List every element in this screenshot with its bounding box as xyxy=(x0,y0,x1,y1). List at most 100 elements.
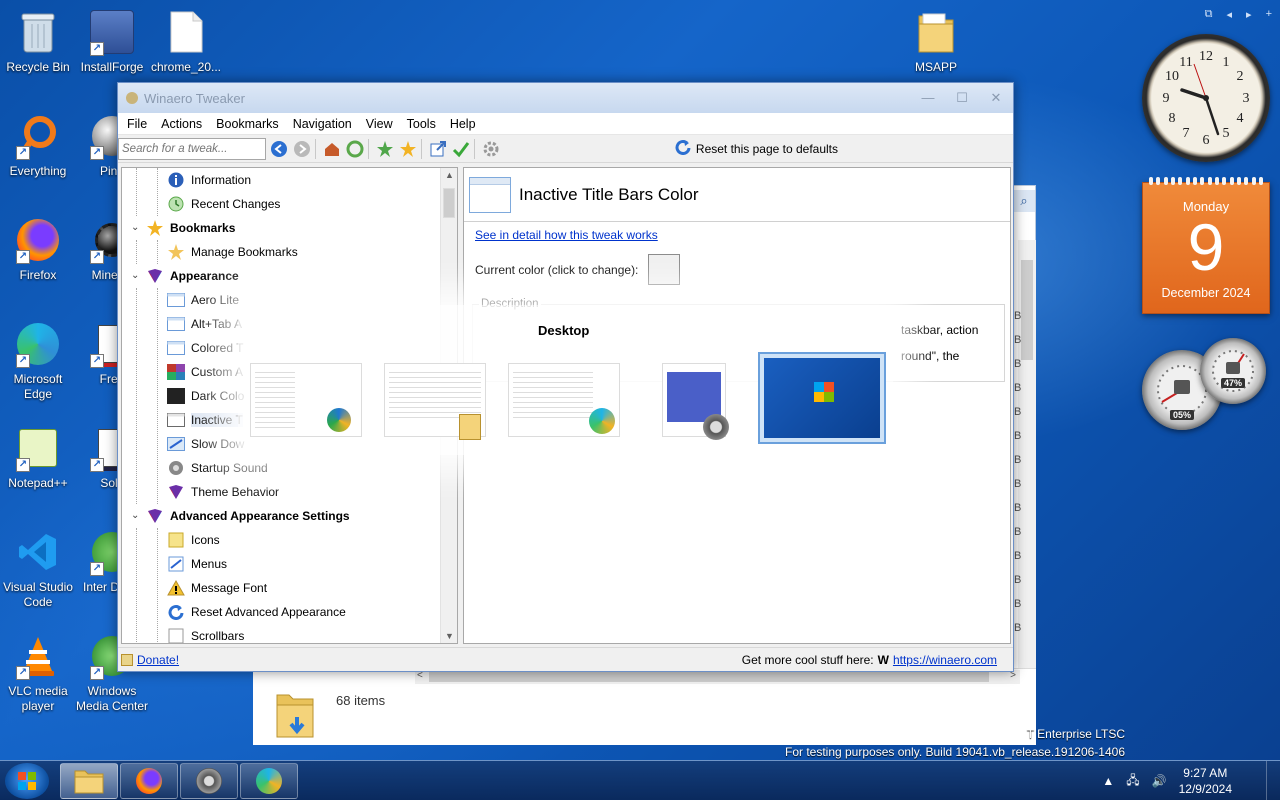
detail-link[interactable]: See in detail how this tweak works xyxy=(475,228,658,242)
desktop-icon-edge[interactable]: ↗ Microsoft Edge xyxy=(0,320,76,402)
bookmark-icon xyxy=(167,243,185,261)
scroll-up-icon[interactable]: ▲ xyxy=(441,170,457,180)
desktop-icon-notepadpp[interactable]: ↗ Notepad++ xyxy=(0,424,76,491)
tree-item-slow-down[interactable]: Slow Dow xyxy=(167,432,244,456)
refresh-icon[interactable] xyxy=(345,139,365,159)
menu-view[interactable]: View xyxy=(359,117,400,131)
tree-category-bookmarks[interactable]: Bookmarks xyxy=(146,216,235,240)
external-link-icon[interactable] xyxy=(428,139,448,159)
tree-item-menus[interactable]: Menus xyxy=(167,552,227,576)
winaero-url-link[interactable]: https://winaero.com xyxy=(893,653,997,667)
tree-item-dark-color[interactable]: Dark Colo xyxy=(167,384,244,408)
collapse-icon[interactable]: ⌄ xyxy=(131,222,139,233)
tree-item-information[interactable]: Information xyxy=(167,168,251,192)
desktop-icon-installforge[interactable]: ↗ InstallForge xyxy=(74,8,150,75)
add-bookmark-icon[interactable] xyxy=(375,139,395,159)
show-hidden-icons-icon[interactable]: ▲ xyxy=(1102,774,1114,788)
preview-thumbnail-explorer[interactable] xyxy=(384,363,486,440)
explorer-horizontal-scrollbar[interactable]: < > xyxy=(415,670,1020,684)
status-bar: Donate! Get more cool stuff here: W http… xyxy=(118,647,1013,671)
search-input[interactable] xyxy=(118,137,266,160)
home-icon[interactable] xyxy=(322,139,342,159)
menu-help[interactable]: Help xyxy=(443,117,483,131)
explorer-column-letter: B xyxy=(1014,430,1022,442)
desktop-icon-everything[interactable]: ↗ Everything xyxy=(0,112,76,179)
gadget-prev-icon[interactable]: ◂ xyxy=(1227,8,1233,21)
window-titlebar[interactable]: Winaero Tweaker — ☐ ✕ xyxy=(118,83,1013,113)
desktop-icon-label: Notepad++ xyxy=(8,476,68,490)
preview-thumbnail-winaero[interactable] xyxy=(250,363,362,437)
desktop-icon-recycle-bin[interactable]: Recycle Bin xyxy=(0,8,76,75)
desktop-icon-vscode[interactable]: Visual Studio Code xyxy=(0,528,76,610)
tree-item-alt-tab[interactable]: Alt+Tab A xyxy=(167,312,242,336)
collapse-icon[interactable]: ⌄ xyxy=(131,270,139,281)
tree-category-appearance[interactable]: Appearance xyxy=(146,264,239,288)
apply-check-icon[interactable] xyxy=(451,139,471,159)
desktop-icon-firefox[interactable]: ↗ Firefox xyxy=(0,216,76,283)
menu-file[interactable]: File xyxy=(120,117,154,131)
taskbar-edge[interactable] xyxy=(240,763,298,799)
tree-item-theme-behavior[interactable]: Theme Behavior xyxy=(167,480,279,504)
explorer-search-icon[interactable]: ⌕ xyxy=(1013,190,1035,212)
menu-tools[interactable]: Tools xyxy=(400,117,443,131)
tree-item-startup-sound[interactable]: Startup Sound xyxy=(167,456,268,480)
desktop-icon-msapp[interactable]: MSAPP xyxy=(898,8,974,75)
settings-gear-icon[interactable] xyxy=(481,139,501,159)
window-icon xyxy=(167,315,185,333)
items-count: 68 items xyxy=(336,693,386,708)
maximize-icon[interactable]: ☐ xyxy=(945,90,979,106)
tree-item-label: Slow Dow xyxy=(191,437,245,451)
preview-thumbnail-desktop[interactable] xyxy=(758,352,886,444)
menu-actions[interactable]: Actions xyxy=(154,117,209,131)
tree-item-manage-bookmarks[interactable]: Manage Bookmarks xyxy=(167,240,298,264)
windows-logo-icon xyxy=(18,772,36,790)
scroll-down-icon[interactable]: ▼ xyxy=(441,631,457,641)
calendar-gadget[interactable]: Monday 9 December 2024 xyxy=(1142,177,1270,314)
gadget-next-icon[interactable]: ▸ xyxy=(1246,8,1252,21)
collapse-icon[interactable]: ⌄ xyxy=(131,510,139,521)
preview-thumbnail-edge[interactable] xyxy=(508,363,620,437)
tree-item-aero-lite[interactable]: Aero Lite xyxy=(167,288,239,312)
tree-item-scrollbars[interactable]: Scrollbars xyxy=(167,624,245,643)
tree-item-reset-advanced[interactable]: Reset Advanced Appearance xyxy=(167,600,346,624)
desktop-icon-vlc[interactable]: ↗ VLC media player xyxy=(0,632,76,714)
tree-item-colored-titlebars[interactable]: Colored T xyxy=(167,336,243,360)
gadget-layout-icon[interactable]: ⧉ xyxy=(1205,8,1213,21)
svg-text:3: 3 xyxy=(1243,91,1250,106)
tree-item-custom-accents[interactable]: Custom A xyxy=(167,360,243,384)
gadget-add-icon[interactable]: + xyxy=(1266,8,1272,21)
color-swatch-button[interactable] xyxy=(648,254,681,285)
forward-icon[interactable] xyxy=(292,139,312,159)
taskbar-explorer[interactable] xyxy=(60,763,118,799)
show-desktop-button[interactable] xyxy=(1266,761,1280,800)
desktop-icon-chrome-file[interactable]: chrome_20... xyxy=(148,8,224,75)
start-button[interactable] xyxy=(5,763,49,799)
menu-bookmarks[interactable]: Bookmarks xyxy=(209,117,286,131)
tree-scroll-thumb[interactable] xyxy=(443,188,455,218)
preview-thumbnail-settings[interactable] xyxy=(662,363,729,440)
taskbar-winaero-tweaker[interactable] xyxy=(180,763,238,799)
taskbar-clock[interactable]: 9:27 AM 12/9/2024 xyxy=(1179,765,1232,797)
tree-item-label: Alt+Tab A xyxy=(191,317,243,331)
donate-link[interactable]: Donate! xyxy=(137,653,179,667)
minimize-icon[interactable]: — xyxy=(911,90,945,106)
back-icon[interactable] xyxy=(269,139,289,159)
close-icon[interactable]: ✕ xyxy=(979,90,1013,106)
clock-gadget[interactable]: 12 1 2 345 678 9 10 11 xyxy=(1142,34,1270,162)
tree-category-advanced-appearance[interactable]: Advanced Appearance Settings xyxy=(146,504,350,528)
volume-icon[interactable]: 🔊 xyxy=(1152,774,1167,788)
star-icon[interactable] xyxy=(398,139,418,159)
tree-item-label: Message Font xyxy=(191,581,268,595)
tree-item-inactive-titlebars[interactable]: Inactive T xyxy=(167,408,243,432)
network-icon[interactable]: 🖧 xyxy=(1126,771,1139,792)
winaero-logo-icon: W xyxy=(877,652,889,667)
tree-item-icons[interactable]: Icons xyxy=(167,528,220,552)
reset-page-button[interactable]: Reset this page to defaults xyxy=(675,139,838,158)
tree-item-label: Scrollbars xyxy=(191,629,245,643)
tree-item-message-font[interactable]: Message Font xyxy=(167,576,267,600)
taskbar-firefox[interactable] xyxy=(120,763,178,799)
tree-item-recent-changes[interactable]: Recent Changes xyxy=(167,192,280,216)
memory-meter-gadget[interactable]: 47% xyxy=(1200,338,1266,404)
tree-item-label: Recent Changes xyxy=(191,197,281,211)
menu-navigation[interactable]: Navigation xyxy=(286,117,359,131)
